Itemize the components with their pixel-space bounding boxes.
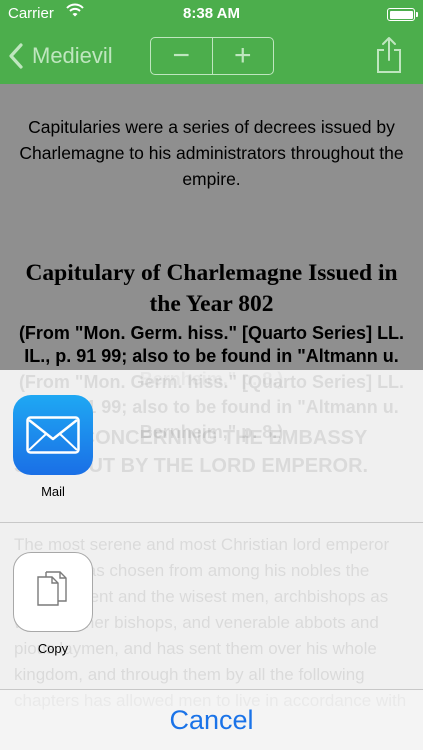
share-sheet-divider: [0, 522, 423, 523]
decrease-font-button[interactable]: −: [151, 38, 212, 74]
mail-icon: [13, 395, 93, 475]
back-button[interactable]: Medievil: [8, 40, 113, 72]
share-icon[interactable]: [375, 36, 403, 74]
share-option-copy[interactable]: Copy: [7, 552, 99, 656]
navigation-bar: Medievil − +: [0, 28, 423, 84]
battery-icon: [387, 8, 418, 21]
status-time: 8:38 AM: [183, 5, 240, 22]
copy-icon: [13, 552, 93, 632]
article-title: Capitulary of Charlemagne Issued in the …: [25, 260, 398, 317]
increase-font-button[interactable]: +: [211, 38, 274, 74]
chevron-left-icon: [9, 43, 23, 69]
share-option-copy-label: Copy: [37, 641, 69, 656]
font-size-stepper[interactable]: − +: [150, 37, 274, 75]
status-bar: Carrier 8:38 AM: [0, 0, 423, 28]
cancel-button[interactable]: Cancel: [0, 690, 423, 750]
share-option-mail-label: Mail: [41, 484, 65, 499]
article-intro: Capitularies were a series of decrees is…: [19, 117, 404, 189]
share-option-mail[interactable]: Mail: [7, 395, 99, 499]
back-button-label: Medievil: [32, 43, 113, 68]
